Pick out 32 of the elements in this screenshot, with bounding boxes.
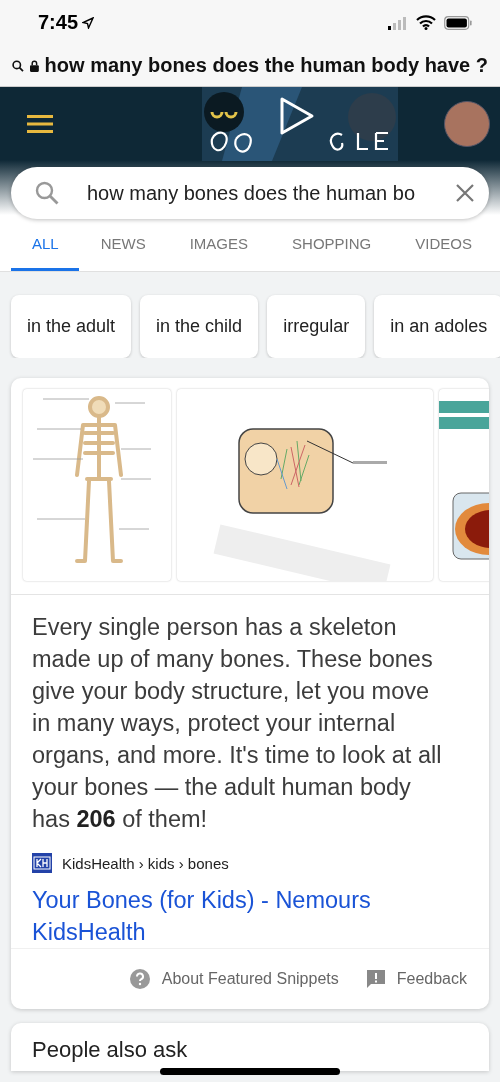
avatar[interactable] <box>444 101 490 147</box>
search-tab[interactable]: IMAGES <box>167 219 271 271</box>
search-field[interactable]: how many bones does the human bo <box>87 181 427 205</box>
search-tab[interactable]: ALL <box>11 219 79 271</box>
refinement-chip[interactable]: in the adult <box>11 295 132 358</box>
search-icon <box>35 181 59 205</box>
source-breadcrumb: KidsHealth › kids › bones <box>62 854 229 872</box>
help-icon <box>129 969 150 989</box>
search-tab[interactable]: SHOPPING <box>270 219 394 271</box>
search-bar[interactable]: how many bones does the human bo <box>11 167 489 219</box>
refinement-chip[interactable]: in the child <box>140 295 259 358</box>
lock-icon <box>29 57 39 74</box>
menu-icon[interactable] <box>27 115 53 133</box>
result-title-link[interactable]: Your Bones (for Kids) - Nemours KidsHealth <box>11 873 489 948</box>
wifi-icon <box>416 15 436 30</box>
doodle-logo-drawing[interactable] <box>201 87 398 161</box>
snippet-text: Every single person has a skeleton made up of many bones. These bones give your body structure, let you move in many ways, protect your internal organs, and more. It's time to look at all your bones — the adult human body has 206 of them! <box>31 613 443 834</box>
status-time: 7:45 <box>38 11 79 34</box>
refinement-chip[interactable]: in an adoles <box>374 295 500 358</box>
search-tab[interactable]: VIDEOS <box>393 219 494 271</box>
search-icon <box>12 57 24 74</box>
search-tab[interactable]: NEWS <box>78 219 168 271</box>
feedback-icon <box>366 970 385 988</box>
site-favicon <box>32 853 52 873</box>
section-heading: People also ask <box>32 1037 188 1062</box>
feedback-link[interactable]: Feedback <box>366 969 467 989</box>
clear-icon[interactable] <box>455 183 475 203</box>
refinement-chip[interactable]: irregular <box>267 295 366 358</box>
battery-icon <box>444 15 472 30</box>
signal-icon <box>388 15 408 30</box>
location-arrow-icon <box>82 16 95 29</box>
help-link[interactable]: About Featured Snippets <box>129 969 339 989</box>
